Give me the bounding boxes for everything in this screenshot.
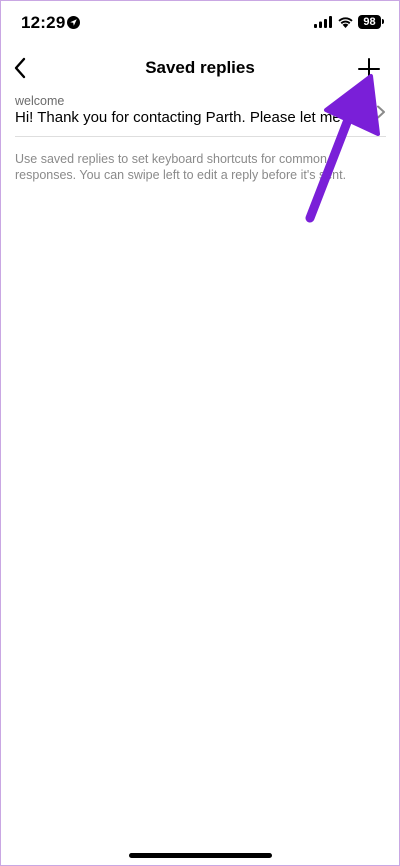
add-reply-button[interactable] <box>354 54 384 84</box>
row-divider <box>15 136 386 137</box>
page-title: Saved replies <box>145 58 255 77</box>
navigation-bar: Saved replies <box>0 46 400 90</box>
location-icon <box>67 16 80 29</box>
reply-message: Hi! Thank you for contacting Parth. Plea… <box>15 109 367 126</box>
status-bar: 12:29 98 <box>0 0 400 46</box>
saved-replies-help-text: Use saved replies to set keyboard shortc… <box>15 152 347 182</box>
saved-reply-row[interactable]: welcome Hi! Thank you for contacting Par… <box>0 90 400 136</box>
plus-icon <box>358 58 380 80</box>
status-time: 12:29 <box>21 13 66 32</box>
wifi-icon <box>338 17 353 28</box>
battery-tip <box>382 19 384 24</box>
chevron-right-icon <box>377 105 385 119</box>
battery-icon: 98 <box>358 15 381 29</box>
signal-icon <box>314 16 332 28</box>
reply-shortcut: welcome <box>15 94 65 108</box>
home-indicator[interactable] <box>129 853 272 858</box>
